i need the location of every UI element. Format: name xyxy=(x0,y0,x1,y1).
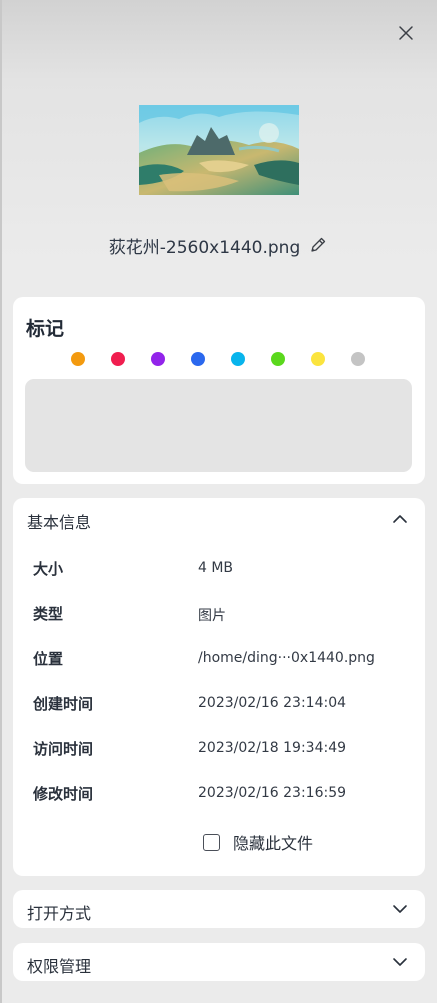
tags-title: 标记 xyxy=(26,318,65,340)
close-button[interactable] xyxy=(392,19,420,47)
info-value: 2023/02/16 23:14:04 xyxy=(198,695,347,711)
color-tag-blue[interactable] xyxy=(191,352,205,366)
permissions-card: 权限管理 xyxy=(13,943,425,981)
filename-row: 荻花州-2560x1440.png xyxy=(0,230,437,260)
hide-file-checkbox[interactable] xyxy=(203,833,220,851)
open-with-card: 打开方式 xyxy=(13,890,425,928)
rename-button[interactable] xyxy=(308,235,328,255)
info-label: 类型 xyxy=(33,605,64,623)
tags-card: 标记 xyxy=(13,297,425,484)
color-tag-yellow[interactable] xyxy=(311,352,325,366)
info-label: 大小 xyxy=(33,560,64,578)
permissions-title: 权限管理 xyxy=(27,957,92,976)
chevron-down-icon xyxy=(393,958,407,966)
basic-info-header[interactable]: 基本信息 xyxy=(13,498,425,540)
file-name: 荻花州-2560x1440.png xyxy=(108,237,301,258)
hide-file-option[interactable]: 隐藏此文件 xyxy=(203,831,313,853)
info-value: 2023/02/18 19:34:49 xyxy=(198,740,347,756)
color-tag-list xyxy=(71,352,371,367)
open-with-header[interactable]: 打开方式 xyxy=(13,890,425,932)
info-row-created: 创建时间 2023/02/16 23:14:04 xyxy=(13,691,425,715)
color-tag-cyan[interactable] xyxy=(231,352,245,366)
info-value: /home/ding···0x1440.png xyxy=(198,650,375,666)
file-properties-panel: 荻花州-2560x1440.png 标记 基本信息 大小 4 MB 类型 图片 … xyxy=(0,0,437,1003)
color-tag-orange[interactable] xyxy=(71,352,85,366)
color-tag-red[interactable] xyxy=(111,352,125,366)
info-value: 图片 xyxy=(198,608,226,624)
info-row-location: 位置 /home/ding···0x1440.png xyxy=(13,646,425,670)
info-value: 2023/02/16 23:16:59 xyxy=(198,785,347,801)
info-label: 修改时间 xyxy=(33,785,94,803)
color-tag-gray[interactable] xyxy=(351,352,365,366)
tag-input-area[interactable] xyxy=(25,379,412,472)
permissions-header[interactable]: 权限管理 xyxy=(13,943,425,985)
color-tag-green[interactable] xyxy=(271,352,285,366)
info-row-type: 类型 图片 xyxy=(13,601,425,625)
image-thumbnail xyxy=(139,105,299,195)
pencil-icon xyxy=(311,237,326,252)
color-tag-purple[interactable] xyxy=(151,352,165,366)
info-row-accessed: 访问时间 2023/02/18 19:34:49 xyxy=(13,736,425,760)
open-with-title: 打开方式 xyxy=(27,904,92,923)
info-row-modified: 修改时间 2023/02/16 23:16:59 xyxy=(13,781,425,805)
hide-file-label: 隐藏此文件 xyxy=(233,834,314,853)
chevron-down-icon xyxy=(393,905,407,913)
basic-info-card: 基本信息 大小 4 MB 类型 图片 位置 /home/ding···0x144… xyxy=(13,498,425,876)
info-value: 4 MB xyxy=(198,560,234,576)
info-label: 位置 xyxy=(33,650,64,668)
chevron-up-icon xyxy=(393,515,407,523)
info-label: 创建时间 xyxy=(33,695,94,713)
window-edge xyxy=(0,0,2,1003)
close-icon xyxy=(399,26,413,40)
info-label: 访问时间 xyxy=(33,740,94,758)
info-row-size: 大小 4 MB xyxy=(13,556,425,580)
basic-info-title: 基本信息 xyxy=(27,513,92,532)
